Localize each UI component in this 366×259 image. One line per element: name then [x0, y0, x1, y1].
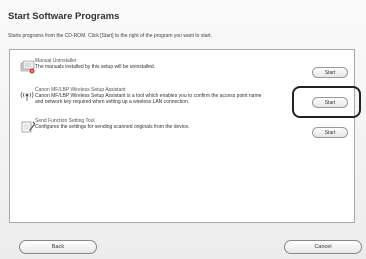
- uninstaller-icon: [20, 60, 36, 74]
- start-button-manual-uninstaller[interactable]: Start: [312, 67, 348, 78]
- page-title: Start Software Programs: [8, 11, 120, 22]
- program-description: Configures the settings for sending scan…: [35, 124, 190, 130]
- wireless-icon: [20, 89, 36, 103]
- program-list: Manual Uninstaller The manuals installed…: [9, 49, 355, 223]
- program-description: The manuals installed by this setup will…: [35, 64, 156, 70]
- start-button-send-function[interactable]: Start: [312, 127, 348, 138]
- send-setting-icon: [20, 120, 36, 134]
- setup-window: Start Software Programs Starts programs …: [0, 0, 366, 259]
- cancel-button[interactable]: Cancel: [284, 240, 362, 254]
- program-description: Canon MF/LBP Wireless Setup Assistant is…: [35, 93, 262, 105]
- program-item-send-function: Send Function Setting Tool Configures th…: [16, 118, 352, 138]
- program-item-manual-uninstaller: Manual Uninstaller The manuals installed…: [16, 58, 352, 78]
- start-button-highlight: [292, 86, 361, 118]
- back-button[interactable]: Back: [19, 240, 97, 254]
- page-subtitle: Starts programs from the CD-ROM. Click […: [8, 33, 212, 39]
